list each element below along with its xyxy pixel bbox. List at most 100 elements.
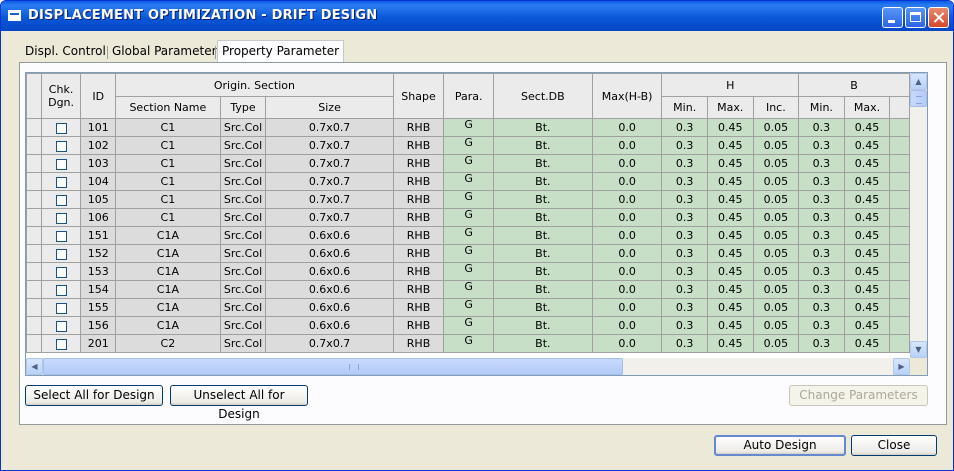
col-h-header[interactable]: H: [661, 73, 800, 97]
cell-id[interactable]: 151: [80, 226, 117, 245]
cell-id[interactable]: 103: [80, 154, 117, 173]
cell-h-min[interactable]: 0.3: [661, 298, 708, 317]
table-row[interactable]: 154 C1A Src.Col 0.6x0.6 RHB G Bt. 0.0 0.…: [26, 280, 910, 299]
row-selector[interactable]: [26, 334, 42, 353]
scroll-down-icon[interactable]: ▼: [910, 341, 927, 358]
design-checkbox[interactable]: [55, 320, 67, 332]
cell-h-max[interactable]: 0.45: [706, 280, 754, 299]
cell-b-max[interactable]: 0.45: [843, 298, 891, 317]
cell-h-max[interactable]: 0.45: [706, 208, 754, 227]
cell-h-max[interactable]: 0.45: [706, 154, 754, 173]
table-row[interactable]: 106 C1 Src.Col 0.7x0.7 RHB G Bt. 0.0 0.3…: [26, 208, 910, 227]
cell-para[interactable]: G: [443, 280, 494, 299]
row-selector[interactable]: [26, 226, 42, 245]
cell-h-inc[interactable]: 0.05: [752, 226, 800, 245]
row-selector[interactable]: [26, 172, 42, 191]
cell-id[interactable]: 106: [80, 208, 117, 227]
cell-h-inc[interactable]: 0.05: [752, 298, 800, 317]
cell-sect-db[interactable]: Bt.: [492, 190, 593, 209]
cell-b-inc[interactable]: [889, 208, 910, 227]
cell-shape[interactable]: RHB: [392, 298, 445, 317]
cell-h-min[interactable]: 0.3: [661, 172, 708, 191]
cell-b-min[interactable]: 0.3: [798, 298, 845, 317]
cell-section-name[interactable]: C1: [115, 190, 221, 209]
cell-max-hb[interactable]: 0.0: [591, 316, 663, 335]
cell-h-inc[interactable]: 0.05: [752, 262, 800, 281]
cell-h-inc[interactable]: 0.05: [752, 316, 800, 335]
cell-size[interactable]: 0.7x0.7: [265, 136, 394, 155]
design-checkbox[interactable]: [55, 212, 67, 224]
cell-h-max[interactable]: 0.45: [706, 190, 754, 209]
cell-sect-db[interactable]: Bt.: [492, 298, 593, 317]
cell-section-name[interactable]: C1A: [115, 226, 221, 245]
cell-h-min[interactable]: 0.3: [661, 280, 708, 299]
cell-b-inc[interactable]: [889, 226, 910, 245]
design-checkbox-cell[interactable]: [40, 208, 82, 227]
cell-max-hb[interactable]: 0.0: [591, 298, 663, 317]
col-type-header[interactable]: Type: [219, 96, 267, 119]
col-max-hb-header[interactable]: Max(H-B): [591, 73, 663, 119]
design-checkbox[interactable]: [55, 230, 67, 242]
design-checkbox-cell[interactable]: [40, 244, 82, 263]
cell-shape[interactable]: RHB: [392, 280, 445, 299]
cell-shape[interactable]: RHB: [392, 208, 445, 227]
cell-b-min[interactable]: 0.3: [798, 172, 845, 191]
cell-type[interactable]: Src.Col: [219, 136, 267, 155]
col-h-min-header[interactable]: Min.: [661, 96, 708, 119]
cell-type[interactable]: Src.Col: [219, 244, 267, 263]
col-b-inc-header[interactable]: [889, 96, 910, 119]
cell-type[interactable]: Src.Col: [219, 208, 267, 227]
cell-b-min[interactable]: 0.3: [798, 208, 845, 227]
cell-shape[interactable]: RHB: [392, 334, 445, 353]
cell-b-min[interactable]: 0.3: [798, 118, 845, 137]
table-row[interactable]: 105 C1 Src.Col 0.7x0.7 RHB G Bt. 0.0 0.3…: [26, 190, 910, 209]
design-checkbox-cell[interactable]: [40, 118, 82, 137]
cell-h-min[interactable]: 0.3: [661, 262, 708, 281]
row-selector[interactable]: [26, 280, 42, 299]
cell-h-min[interactable]: 0.3: [661, 244, 708, 263]
horizontal-scrollbar[interactable]: ◀ ▶: [26, 358, 910, 375]
cell-sect-db[interactable]: Bt.: [492, 154, 593, 173]
vertical-scrollbar[interactable]: ▲ ▼: [910, 73, 927, 358]
row-selector[interactable]: [26, 316, 42, 335]
row-selector[interactable]: [26, 118, 42, 137]
cell-b-inc[interactable]: [889, 298, 910, 317]
design-checkbox[interactable]: [55, 140, 67, 152]
window-icon[interactable]: [8, 10, 21, 21]
cell-size[interactable]: 0.6x0.6: [265, 316, 394, 335]
cell-size[interactable]: 0.6x0.6: [265, 280, 394, 299]
table-row[interactable]: 104 C1 Src.Col 0.7x0.7 RHB G Bt. 0.0 0.3…: [26, 172, 910, 191]
cell-h-min[interactable]: 0.3: [661, 190, 708, 209]
design-checkbox-cell[interactable]: [40, 262, 82, 281]
cell-para[interactable]: G: [443, 136, 494, 155]
cell-h-inc[interactable]: 0.05: [752, 172, 800, 191]
cell-b-inc[interactable]: [889, 316, 910, 335]
col-para-header[interactable]: Para.: [443, 73, 494, 119]
cell-b-max[interactable]: 0.45: [843, 118, 891, 137]
col-sect-db-header[interactable]: Sect.DB: [492, 73, 593, 119]
cell-para[interactable]: G: [443, 298, 494, 317]
cell-h-max[interactable]: 0.45: [706, 334, 754, 353]
cell-sect-db[interactable]: Bt.: [492, 118, 593, 137]
cell-section-name[interactable]: C1A: [115, 298, 221, 317]
cell-max-hb[interactable]: 0.0: [591, 190, 663, 209]
design-checkbox[interactable]: [55, 266, 67, 278]
cell-section-name[interactable]: C1A: [115, 244, 221, 263]
cell-b-inc[interactable]: [889, 190, 910, 209]
cell-b-max[interactable]: 0.45: [843, 136, 891, 155]
cell-shape[interactable]: RHB: [392, 262, 445, 281]
scroll-up-icon[interactable]: ▲: [910, 73, 927, 90]
cell-sect-db[interactable]: Bt.: [492, 172, 593, 191]
cell-section-name[interactable]: C1: [115, 118, 221, 137]
table-row[interactable]: 151 C1A Src.Col 0.6x0.6 RHB G Bt. 0.0 0.…: [26, 226, 910, 245]
design-checkbox-cell[interactable]: [40, 298, 82, 317]
tab-displ-control[interactable]: Displ. Control: [21, 42, 110, 62]
table-row[interactable]: 155 C1A Src.Col 0.6x0.6 RHB G Bt. 0.0 0.…: [26, 298, 910, 317]
cell-size[interactable]: 0.7x0.7: [265, 208, 394, 227]
cell-section-name[interactable]: C2: [115, 334, 221, 353]
cell-type[interactable]: Src.Col: [219, 190, 267, 209]
cell-b-min[interactable]: 0.3: [798, 154, 845, 173]
cell-b-min[interactable]: 0.3: [798, 244, 845, 263]
cell-h-inc[interactable]: 0.05: [752, 136, 800, 155]
cell-type[interactable]: Src.Col: [219, 226, 267, 245]
